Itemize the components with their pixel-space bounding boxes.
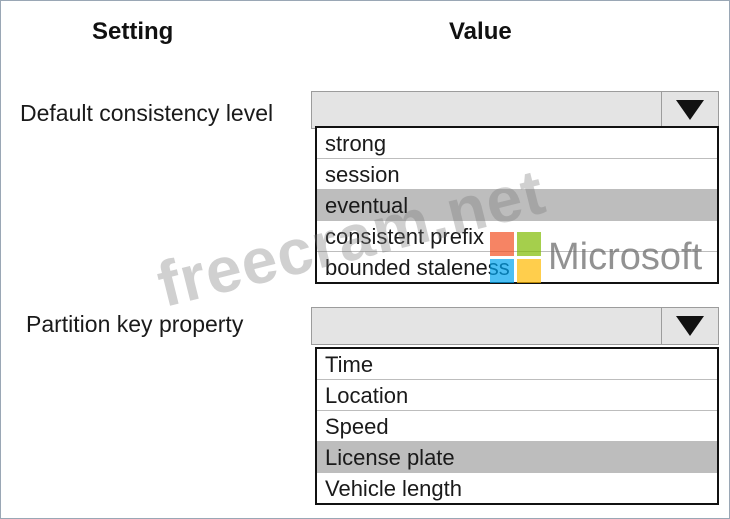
triangle-down-icon xyxy=(675,99,705,121)
option-strong[interactable]: strong xyxy=(317,128,717,159)
option-location[interactable]: Location xyxy=(317,380,717,411)
header-value: Value xyxy=(449,18,512,45)
option-speed[interactable]: Speed xyxy=(317,411,717,442)
header-setting: Setting xyxy=(92,18,174,45)
triangle-down-icon xyxy=(675,315,705,337)
option-time[interactable]: Time xyxy=(317,349,717,380)
partition-key-options-list: Time Location Speed License plate Vehicl… xyxy=(315,347,719,505)
consistency-level-dropdown[interactable] xyxy=(311,91,719,129)
option-eventual[interactable]: eventual xyxy=(317,190,717,221)
partition-key-dropdown[interactable] xyxy=(311,307,719,345)
partition-key-label: Partition key property xyxy=(26,311,244,337)
option-session[interactable]: session xyxy=(317,159,717,190)
option-consistent-prefix[interactable]: consistent prefix xyxy=(317,221,717,252)
option-vehicle-length[interactable]: Vehicle length xyxy=(317,473,717,504)
partition-key-dropdown-button[interactable] xyxy=(661,308,718,344)
option-license-plate[interactable]: License plate xyxy=(317,442,717,473)
option-bounded-staleness[interactable]: bounded staleness xyxy=(317,252,717,283)
consistency-level-options-list: strong session eventual consistent prefi… xyxy=(315,126,719,284)
consistency-level-dropdown-button[interactable] xyxy=(661,92,718,128)
consistency-level-label: Default consistency level xyxy=(20,100,274,126)
